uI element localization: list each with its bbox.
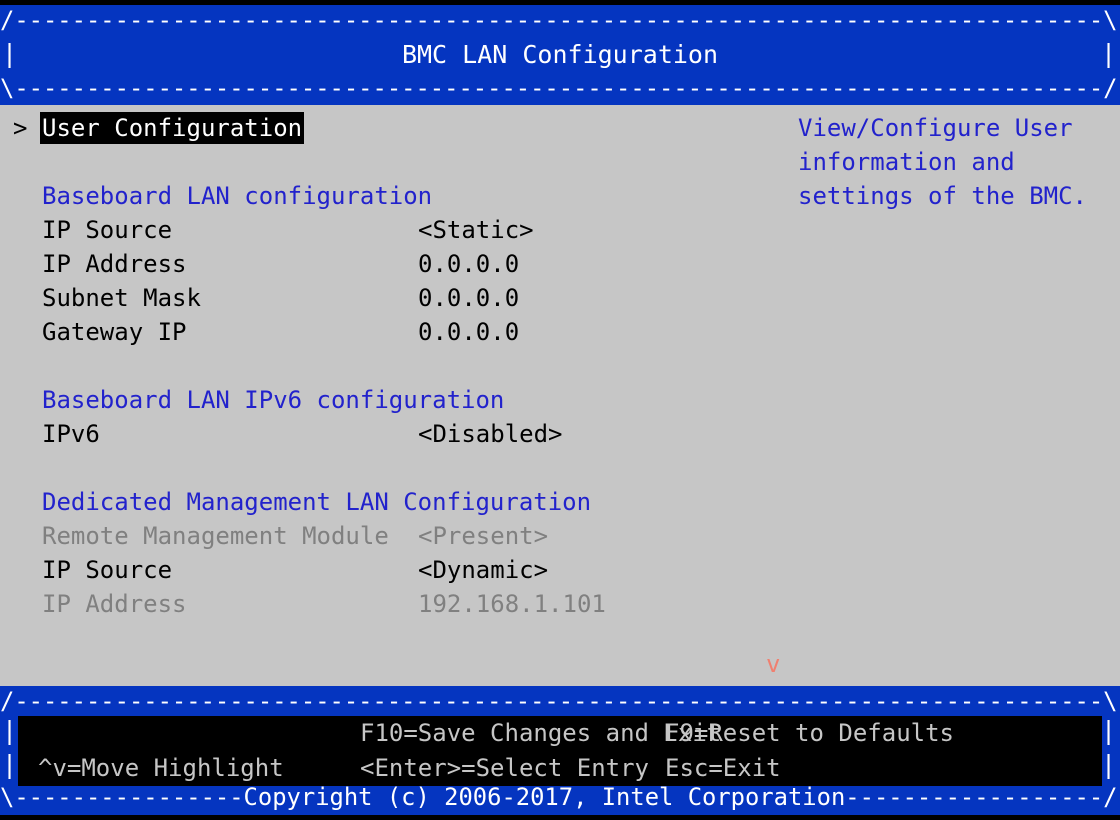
setting-label: IP Address [42, 590, 187, 618]
setting-label: IP Source [42, 556, 173, 584]
setting-label: IP Address [42, 250, 187, 278]
title-frame-top-border: /---------------------------------------… [0, 6, 1118, 34]
footer-left-edge-2: | [2, 750, 18, 779]
field-baseboard-subnet-mask[interactable]: Subnet Mask 0.0.0.0 [0, 281, 780, 315]
footer-hint-row-1: F10=Save Changes and Exit F9=Reset to De… [18, 716, 1102, 751]
bios-setup-screen: /---------------------------------------… [0, 0, 1120, 820]
setting-value[interactable]: 0.0.0.0 [418, 247, 519, 281]
help-text-line: settings of the BMC. [798, 182, 1087, 210]
footer-frame-top-border: /---------------------------------------… [0, 687, 1118, 715]
setting-value: <Present> [418, 522, 549, 550]
help-text-line: View/Configure User [798, 114, 1073, 142]
page-title: BMC LAN Configuration [401, 40, 719, 69]
section-heading: Baseboard LAN configuration [42, 182, 433, 210]
setting-value[interactable]: 0.0.0.0 [418, 315, 519, 349]
footer-keyhint-panel: F10=Save Changes and Exit F9=Reset to De… [18, 716, 1102, 786]
section-heading: Dedicated Management LAN Configuration [42, 488, 592, 516]
field-baseboard-gateway-ip[interactable]: Gateway IP 0.0.0.0 [0, 315, 780, 349]
footer-hint-move-highlight: ^v=Move Highlight [38, 754, 284, 782]
bottom-bezel [0, 815, 1120, 820]
setting-value[interactable]: <Dynamic> [418, 553, 548, 587]
footer-hint-row-2: ^v=Move Highlight <Enter>=Select Entry E… [18, 751, 1102, 786]
footer-right-edge-1: | [1100, 716, 1116, 745]
field-ipv6[interactable]: IPv6 <Disabled> [0, 417, 780, 451]
footer-hint-enter-select[interactable]: <Enter>=Select Entry [360, 751, 649, 786]
title-frame: /---------------------------------------… [0, 5, 1120, 105]
setting-label: IPv6 [42, 420, 100, 448]
field-baseboard-ip-source[interactable]: IP Source <Static> [0, 213, 780, 247]
footer-left-edge-1: | [2, 716, 18, 745]
footer-hint-f9-reset[interactable]: F9=Reset to Defaults [665, 716, 954, 751]
setting-label: Subnet Mask [42, 284, 201, 312]
menu-spacer [0, 451, 780, 485]
section-baseboard-lan: Baseboard LAN configuration [0, 179, 780, 213]
field-dedicated-ip-source[interactable]: IP Source <Dynamic> [0, 553, 780, 587]
menu-item-label-highlighted: User Configuration [40, 112, 305, 144]
setting-label: Remote Management Module [42, 522, 389, 550]
footer-copyright-border: \----------------Copyright (c) 2006-2017… [0, 783, 1118, 811]
settings-menu: > User Configuration Baseboard LAN configu… [0, 105, 780, 683]
footer-frame: /---------------------------------------… [0, 686, 1120, 815]
submenu-caret-icon: > [13, 114, 28, 142]
setting-value[interactable]: <Disabled> [418, 417, 563, 451]
menu-spacer [0, 145, 780, 179]
section-baseboard-lan-ipv6: Baseboard LAN IPv6 configuration [0, 383, 780, 417]
setup-body: > User Configuration Baseboard LAN configu… [0, 105, 1120, 683]
setting-label: Gateway IP [42, 318, 187, 346]
menu-item-user-configuration[interactable]: > User Configuration [0, 111, 780, 145]
field-baseboard-ip-address[interactable]: IP Address 0.0.0.0 [0, 247, 780, 281]
menu-spacer [0, 349, 780, 383]
setting-value: 192.168.1.101 [418, 590, 606, 618]
setting-value[interactable]: 0.0.0.0 [418, 281, 519, 315]
help-text-line: information and [798, 148, 1015, 176]
scroll-down-indicator-icon[interactable]: v [766, 650, 780, 678]
setting-value[interactable]: <Static> [418, 213, 534, 247]
field-dedicated-ip-address[interactable]: IP Address 192.168.1.101 [0, 587, 780, 621]
section-dedicated-management-lan: Dedicated Management LAN Configuration [0, 485, 780, 519]
footer-hint-esc-exit[interactable]: Esc=Exit [665, 751, 781, 786]
footer-right-edge-2: | [1100, 750, 1116, 779]
section-heading: Baseboard LAN IPv6 configuration [42, 386, 505, 414]
setting-label: IP Source [42, 216, 173, 244]
field-remote-management-module[interactable]: Remote Management Module <Present> [0, 519, 780, 553]
title-frame-bottom-border: \---------------------------------------… [0, 74, 1118, 102]
